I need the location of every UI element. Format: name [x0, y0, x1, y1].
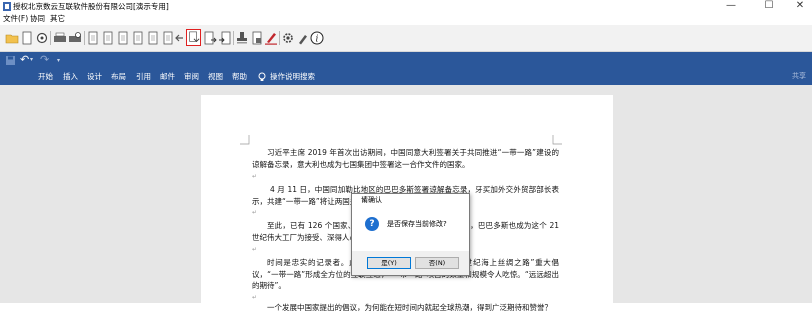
paragraph-mark: ↵: [252, 173, 258, 180]
confirm-dialog: 请确认 ✕ ? 是否保存当前修改? 是(Y) 否(N): [351, 193, 470, 276]
tab-view[interactable]: 视图: [208, 68, 223, 85]
tab-insert[interactable]: 插入: [63, 68, 78, 85]
tab-home[interactable]: 开始: [38, 68, 53, 85]
menu-other[interactable]: 其它: [50, 13, 65, 24]
yes-button[interactable]: 是(Y): [367, 257, 411, 269]
quick-access-bar: ↶ ▾ ↷ ▾: [0, 52, 812, 68]
open-folder-icon[interactable]: [5, 31, 19, 45]
question-icon: ?: [365, 217, 379, 231]
dialog-title-bar: 请确认 ✕: [352, 194, 469, 207]
paragraph-mark: ↵: [252, 246, 258, 253]
app-logo-icon: [3, 2, 11, 11]
tell-me-search[interactable]: 操作说明搜索: [270, 68, 315, 85]
close-button[interactable]: ✕: [785, 0, 812, 13]
share-button[interactable]: 共享: [792, 68, 806, 85]
menu-bar: 文件(F) 协同 其它: [0, 13, 812, 24]
undo-dropdown-icon[interactable]: ▾: [30, 55, 33, 64]
lightbulb-icon: [258, 72, 266, 81]
tab-mailings[interactable]: 邮件: [160, 68, 175, 85]
document-paragraph[interactable]: 一个发展中国家提出的倡议，为何能在短时间内就起全球热潮，得到广泛期待和赞誉？: [252, 302, 559, 314]
svg-text:i: i: [316, 35, 319, 45]
document-icon[interactable]: [131, 31, 145, 45]
no-button[interactable]: 否(N): [415, 257, 459, 269]
maximize-button[interactable]: ☐: [754, 0, 784, 13]
document-icon[interactable]: [116, 31, 130, 45]
brush-icon[interactable]: [296, 31, 310, 45]
menu-file[interactable]: 文件(F): [3, 13, 28, 24]
print-icon[interactable]: [53, 31, 67, 45]
dialog-body: ? 是否保存当前修改?: [352, 207, 469, 251]
minimize-button[interactable]: —: [716, 0, 746, 13]
window-title: 授权北京数云互联软件股份有限公司[演示专用]: [13, 2, 169, 11]
settings-icon[interactable]: [35, 31, 49, 45]
document-icon[interactable]: [146, 31, 160, 45]
print-preview-icon[interactable]: [68, 31, 82, 45]
back-arrow-icon[interactable]: [172, 31, 186, 45]
paragraph-mark: ↵: [252, 294, 258, 301]
customize-quick-access-icon[interactable]: ▾: [57, 56, 60, 65]
margin-corner-mark: [240, 135, 250, 145]
save-document-icon[interactable]: [186, 29, 201, 46]
document-paragraph[interactable]: 习近平主席 2019 年首次出访期间，中国同意大利签署关于共同推进“一带一路”建…: [252, 147, 559, 170]
export-document-icon[interactable]: [203, 31, 217, 45]
tab-help[interactable]: 帮助: [232, 68, 247, 85]
toolbar-separator: [279, 31, 280, 45]
stamp-icon[interactable]: [235, 31, 249, 45]
new-document-icon[interactable]: [20, 31, 34, 45]
tab-review[interactable]: 审阅: [184, 68, 199, 85]
ribbon-tab-bar: 开始 插入 设计 布局 引用 邮件 审阅 视图 帮助 操作说明搜索 共享: [0, 68, 812, 85]
tab-design[interactable]: 设计: [87, 68, 102, 85]
margin-corner-mark: [552, 135, 562, 145]
save-icon[interactable]: [6, 56, 15, 65]
info-icon[interactable]: i: [310, 31, 324, 45]
custom-toolbar: i: [0, 25, 812, 52]
tab-layout[interactable]: 布局: [111, 68, 126, 85]
redo-icon[interactable]: ↷: [40, 52, 49, 67]
menu-collab[interactable]: 协同: [30, 13, 45, 24]
undo-icon[interactable]: ↶: [20, 52, 29, 67]
import-document-icon[interactable]: [218, 31, 232, 45]
dialog-message: 是否保存当前修改?: [387, 220, 447, 228]
pen-icon[interactable]: [264, 31, 278, 45]
document-icon[interactable]: [101, 31, 115, 45]
tab-references[interactable]: 引用: [136, 68, 151, 85]
paragraph-mark: ↵: [252, 209, 258, 216]
toolbar-separator: [50, 31, 51, 45]
document-lock-icon[interactable]: [250, 31, 264, 45]
title-bar: 授权北京数云互联软件股份有限公司[演示专用] — ☐ ✕: [0, 0, 812, 13]
document-icon[interactable]: [86, 31, 100, 45]
toolbar-separator: [84, 31, 85, 45]
toolbar-separator: [233, 31, 234, 45]
dialog-close-icon[interactable]: ✕: [361, 195, 464, 206]
gear-icon[interactable]: [281, 31, 295, 45]
